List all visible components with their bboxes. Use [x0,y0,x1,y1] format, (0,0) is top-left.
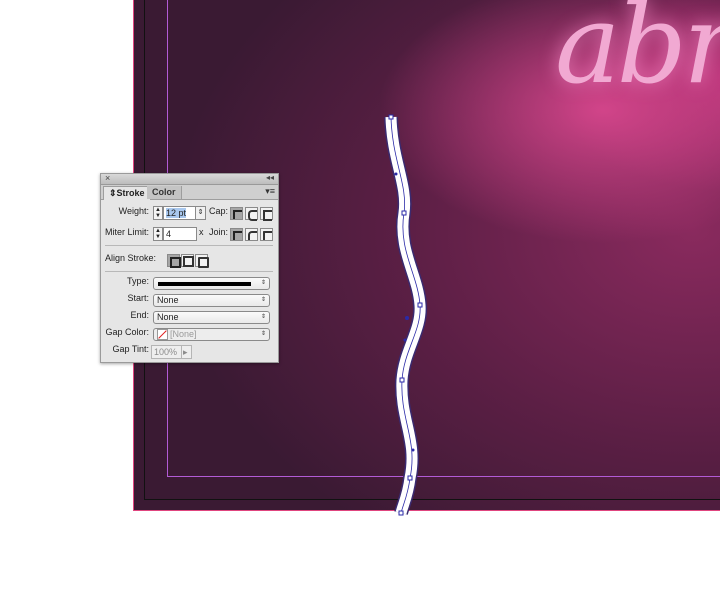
stroke-type-select[interactable]: ⇕ [153,277,270,290]
align-center-button[interactable] [167,254,181,268]
chevron-updown-icon: ⇕ [260,331,266,337]
divider [105,245,273,246]
miter-limit-stepper[interactable]: ▲ ▼ [153,227,163,241]
anchor-point [398,510,404,516]
cap-label: Cap: [208,206,228,216]
anchor-point [407,475,413,481]
close-icon[interactable]: × [105,173,110,183]
solid-line-preview [158,282,251,286]
gap-tint-field[interactable]: 100% [151,345,182,359]
panel-menu-icon[interactable]: ▾≡ [265,186,275,197]
weight-stepper[interactable]: ▲ ▼ [153,206,163,220]
collapse-panel-icon[interactable]: ◂◂ [266,173,274,182]
end-select[interactable]: None ⇕ [153,311,270,324]
gap-color-label: Gap Color: [105,327,149,337]
align-outside-button[interactable] [195,254,209,268]
chevron-updown-icon: ⇕ [260,280,266,286]
anchor-point [401,210,407,216]
chevron-updown-icon: ⇕ [260,297,266,303]
round-join-button[interactable] [245,228,258,241]
align-inside-button[interactable] [181,254,194,267]
miter-unit: x [199,227,204,237]
direction-handle [403,338,407,342]
panel-tab-row: ⇕Stroke Color ▾≡ [101,185,278,200]
start-select[interactable]: None ⇕ [153,294,270,307]
end-label: End: [130,310,149,320]
miter-limit-field[interactable]: 4 [163,227,197,241]
none-swatch-icon [157,329,168,341]
start-label: Start: [127,293,149,303]
type-label: Type: [126,276,149,286]
gap-tint-label: Gap Tint: [112,344,149,354]
gap-color-select[interactable]: [None] ⇕ [153,328,270,341]
stroke-panel[interactable]: × ◂◂ ⇕Stroke Color ▾≡ Weight: ▲ ▼ 12 pt ⇕… [100,173,279,363]
join-label: Join: [208,227,228,237]
chevron-updown-icon: ⇕ [260,314,266,320]
align-stroke-label: Align Stroke: [105,253,157,263]
projecting-cap-button[interactable] [260,207,273,221]
panel-titlebar[interactable]: × ◂◂ [101,173,278,185]
miter-limit-label: Miter Limit: [105,227,150,237]
miter-join-button[interactable] [230,228,243,241]
anchor-point [417,302,423,308]
bevel-join-button[interactable] [260,228,273,241]
butt-cap-button[interactable] [230,207,243,220]
tab-arrows-icon: ⇕ [109,188,117,198]
divider [105,271,273,272]
round-cap-button[interactable] [245,207,258,221]
anchor-point [388,114,394,120]
gap-tint-arrow-button[interactable]: ▸ [181,345,192,359]
tab-stroke[interactable]: ⇕Stroke [103,186,151,200]
direction-handle [394,172,398,176]
weight-dropdown[interactable]: ⇕ [195,206,206,220]
direction-handle [405,316,409,320]
weight-field[interactable]: 12 pt [163,206,196,220]
direction-handle [411,448,415,452]
tab-color[interactable]: Color [147,186,182,199]
anchor-point [399,377,405,383]
weight-label: Weight: [118,206,149,216]
